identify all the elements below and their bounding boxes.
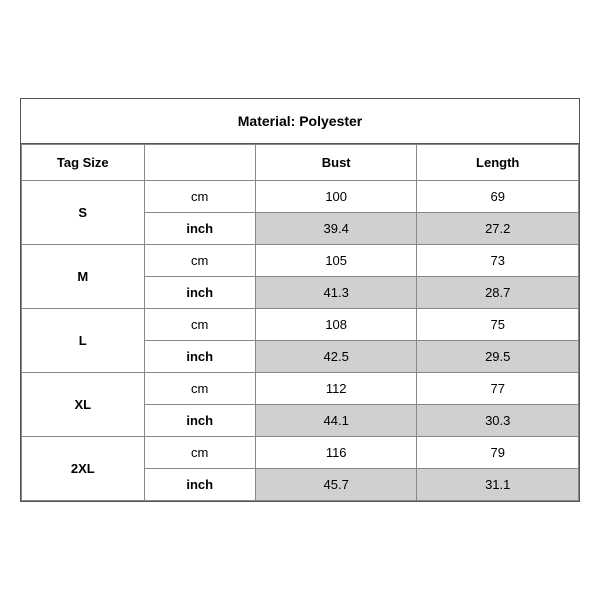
header-tag-size: Tag Size [22,145,145,181]
table-row: Lcm10875 [22,309,579,341]
bust-cm-value: 100 [255,181,417,213]
length-cm-value: 73 [417,245,579,277]
table-row: Scm10069 [22,181,579,213]
size-chart-container: Material: Polyester Tag Size Bust Length… [20,98,580,502]
length-inch-value: 27.2 [417,213,579,245]
tag-size-cell: L [22,309,145,373]
header-unit [144,145,255,181]
bust-cm-value: 116 [255,437,417,469]
table-row: Mcm10573 [22,245,579,277]
tag-size-cell: 2XL [22,437,145,501]
bust-cm-value: 108 [255,309,417,341]
bust-cm-value: 112 [255,373,417,405]
size-table: Tag Size Bust Length Scm10069inch39.427.… [21,144,579,501]
unit-cm-cell: cm [144,245,255,277]
unit-inch-cell: inch [144,277,255,309]
unit-cm-cell: cm [144,181,255,213]
length-inch-value: 29.5 [417,341,579,373]
tag-size-cell: M [22,245,145,309]
table-row: 2XLcm11679 [22,437,579,469]
length-cm-value: 79 [417,437,579,469]
header-bust: Bust [255,145,417,181]
chart-title: Material: Polyester [238,113,363,129]
bust-inch-value: 44.1 [255,405,417,437]
header-length: Length [417,145,579,181]
unit-inch-cell: inch [144,469,255,501]
bust-inch-value: 41.3 [255,277,417,309]
unit-inch-cell: inch [144,405,255,437]
length-cm-value: 77 [417,373,579,405]
length-cm-value: 69 [417,181,579,213]
unit-cm-cell: cm [144,373,255,405]
unit-inch-cell: inch [144,213,255,245]
table-row: XLcm11277 [22,373,579,405]
length-inch-value: 28.7 [417,277,579,309]
bust-inch-value: 39.4 [255,213,417,245]
length-inch-value: 31.1 [417,469,579,501]
tag-size-cell: XL [22,373,145,437]
length-cm-value: 75 [417,309,579,341]
bust-inch-value: 42.5 [255,341,417,373]
unit-cm-cell: cm [144,309,255,341]
tag-size-cell: S [22,181,145,245]
title-row: Material: Polyester [21,99,579,144]
unit-inch-cell: inch [144,341,255,373]
table-header: Tag Size Bust Length [22,145,579,181]
bust-cm-value: 105 [255,245,417,277]
bust-inch-value: 45.7 [255,469,417,501]
length-inch-value: 30.3 [417,405,579,437]
unit-cm-cell: cm [144,437,255,469]
